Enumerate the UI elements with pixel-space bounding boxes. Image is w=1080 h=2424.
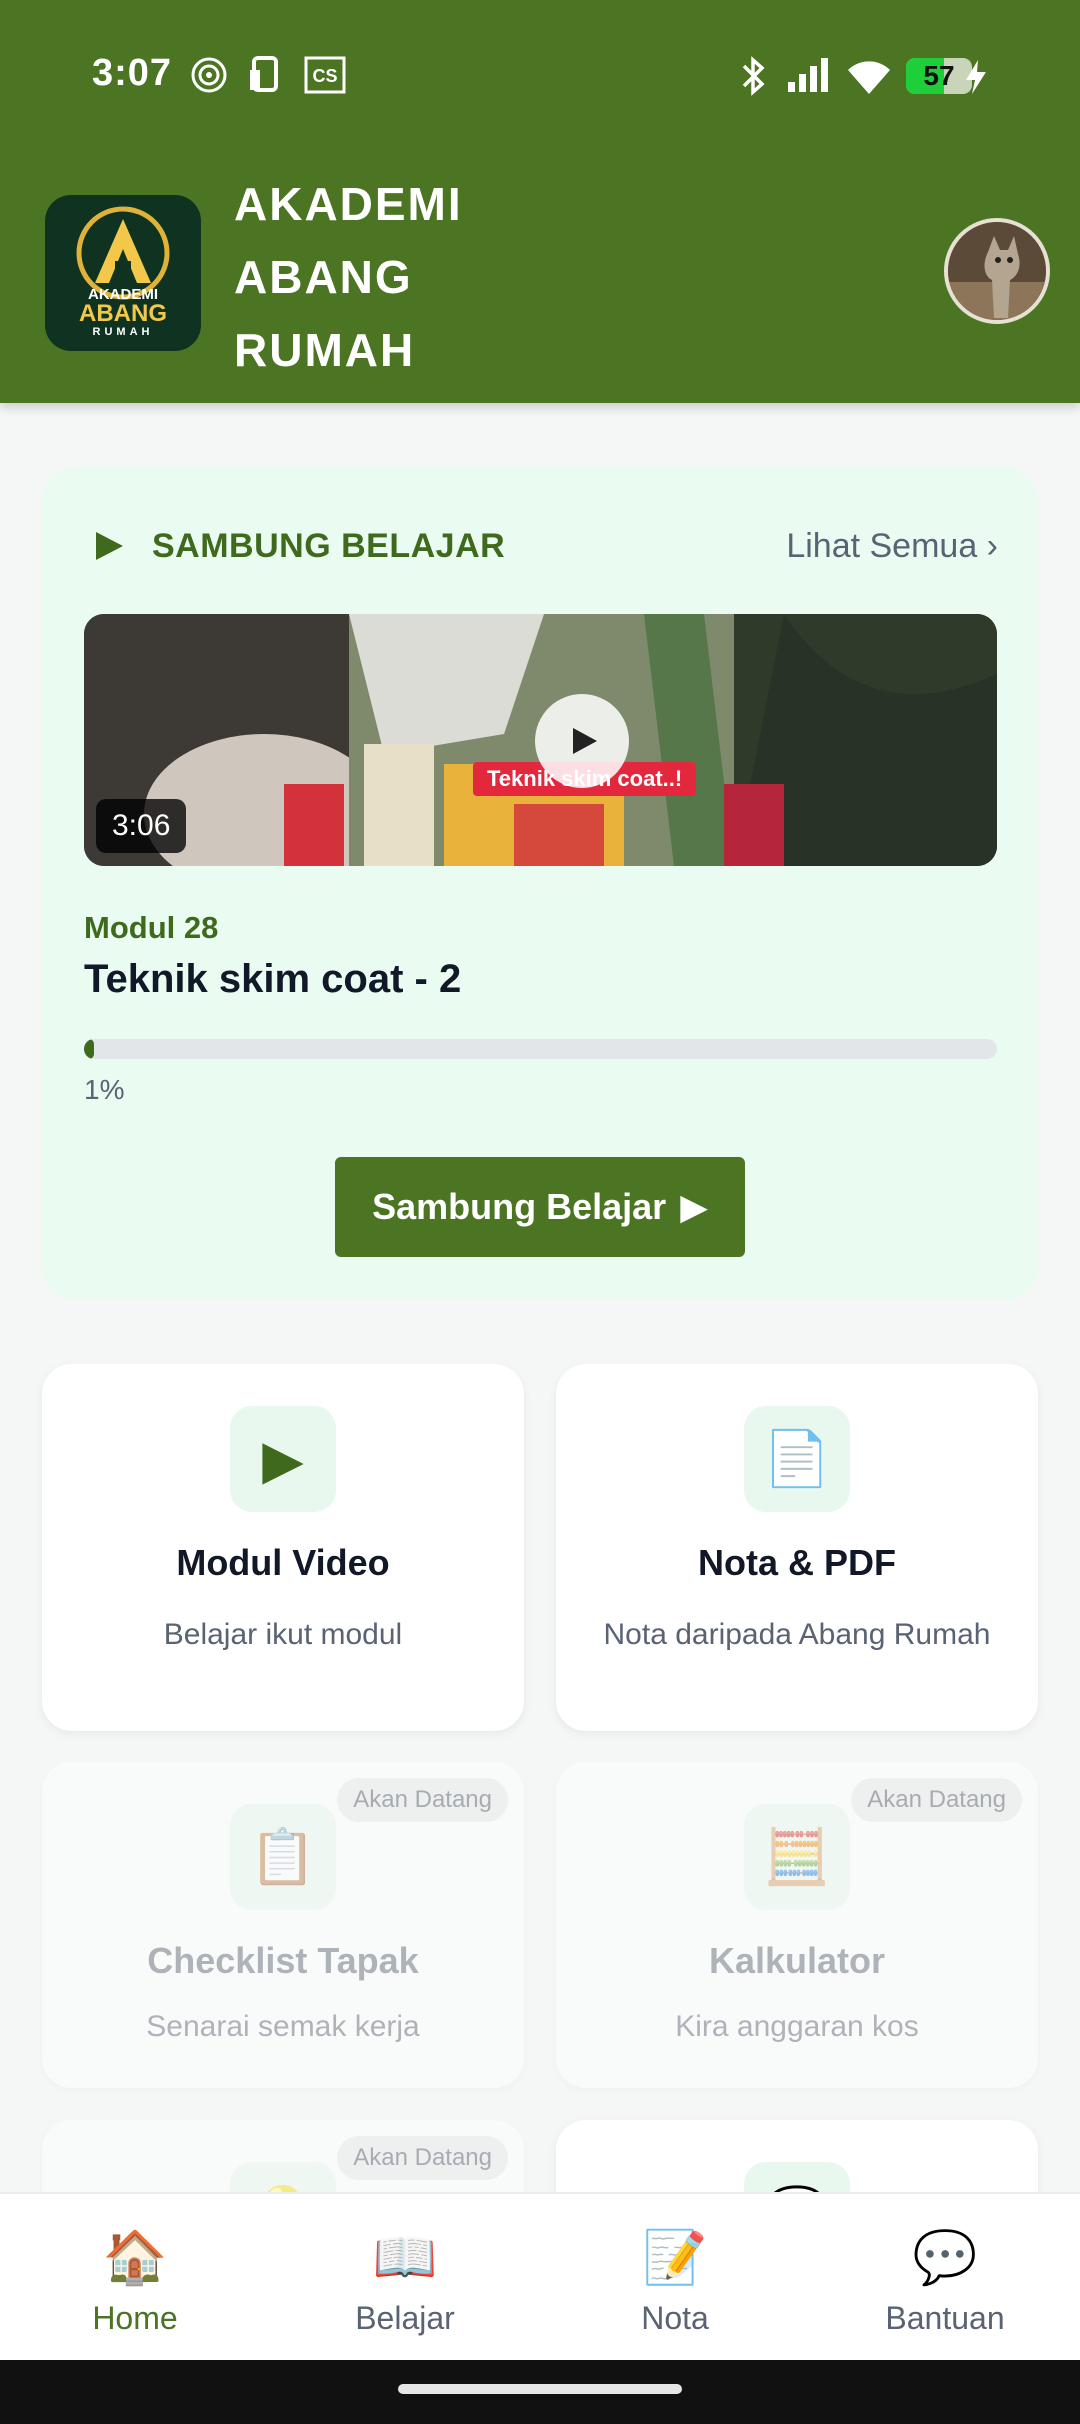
home-icon: 🏠 xyxy=(102,2229,168,2287)
app-title: AKADEMI ABANG RUMAH xyxy=(234,168,554,387)
user-avatar[interactable] xyxy=(944,218,1050,324)
play-button[interactable] xyxy=(535,694,629,788)
coming-soon-badge: Akan Datang xyxy=(337,1778,508,1822)
video-duration: 3:06 xyxy=(96,799,187,853)
charging-icon xyxy=(966,60,986,94)
nav-label: Home xyxy=(92,2300,178,2336)
feature-subtitle: Belajar ikut modul xyxy=(163,1618,403,1651)
nav-label: Nota xyxy=(641,2300,709,2336)
feature-title: Checklist Tapak xyxy=(147,1940,419,1981)
status-time: 3:07 xyxy=(92,52,173,94)
progress-text: 1% xyxy=(84,1074,125,1105)
section-title: SAMBUNG BELAJAR xyxy=(152,527,506,565)
cs-icon: CS xyxy=(304,56,346,94)
signal-icon xyxy=(788,58,828,92)
home-gesture-handle[interactable] xyxy=(398,2384,682,2394)
logo-text-rumah: RUMAH xyxy=(93,326,154,338)
app-title-line: AKADEMI xyxy=(234,178,463,230)
nav-label: Bantuan xyxy=(885,2300,1005,2336)
see-all-link[interactable]: Lihat Semua › xyxy=(786,527,998,566)
feature-card-modul-video[interactable]: ▶ Modul Video Belajar ikut modul xyxy=(42,1364,524,1731)
app-title-line: RUMAH xyxy=(234,324,416,376)
continue-learning-button[interactable]: Sambung Belajar ▶ xyxy=(335,1157,745,1257)
app-logo: AKADEMI ABANG RUMAH xyxy=(45,195,201,351)
play-icon xyxy=(96,532,123,560)
app-header: 3:07 CS 57 AKADEMI ABANG RUMAH AKADEMI A… xyxy=(0,0,1080,403)
phone-icon xyxy=(250,56,278,92)
progress-fill xyxy=(84,1039,94,1059)
clipboard-icon: 📋 xyxy=(230,1804,336,1910)
system-gesture-bar xyxy=(0,2360,1080,2424)
nav-item-nota[interactable]: 📝 Nota xyxy=(540,2194,810,2360)
feature-subtitle: Nota daripada Abang Rumah xyxy=(603,1618,991,1651)
feature-title: Nota & PDF xyxy=(698,1542,896,1583)
module-title: Teknik skim coat - 2 xyxy=(84,957,462,1001)
feature-card-nota-pdf[interactable]: 📄 Nota & PDF Nota daripada Abang Rumah xyxy=(556,1364,1038,1731)
memo-icon: 📝 xyxy=(642,2229,708,2287)
logo-text-abang: ABANG xyxy=(79,300,167,327)
feature-title: Modul Video xyxy=(176,1542,390,1583)
status-bar: 3:07 CS 57 xyxy=(0,0,1080,150)
nav-item-home[interactable]: 🏠 Home xyxy=(0,2194,270,2360)
battery-level: 57 xyxy=(923,60,955,91)
battery-indicator: 57 xyxy=(906,58,972,94)
progress-bar xyxy=(84,1039,997,1059)
video-thumbnail[interactable]: Teknik skim coat..! 3:06 xyxy=(84,614,997,866)
feature-card-kalkulator: Akan Datang 🧮 Kalkulator Kira anggaran k… xyxy=(556,1762,1038,2088)
nav-item-bantuan[interactable]: 💬 Bantuan xyxy=(810,2194,1080,2360)
hotspot-icon xyxy=(191,57,227,93)
coming-soon-badge: Akan Datang xyxy=(337,2136,508,2180)
feature-card-checklist-tapak: Akan Datang 📋 Checklist Tapak Senarai se… xyxy=(42,1762,524,2088)
document-icon: 📄 xyxy=(744,1406,850,1512)
module-number: Modul 28 xyxy=(84,910,219,945)
app-title-line: ABANG xyxy=(234,251,413,303)
feature-title: Kalkulator xyxy=(708,1940,886,1981)
book-icon: 📖 xyxy=(372,2229,438,2287)
nav-label: Belajar xyxy=(355,2300,455,2336)
continue-button-label: Sambung Belajar xyxy=(372,1186,667,1227)
bluetooth-icon xyxy=(742,56,765,96)
abacus-icon: 🧮 xyxy=(744,1804,850,1910)
feature-subtitle: Senarai semak kerja xyxy=(146,2010,420,2043)
play-icon: ▶ xyxy=(230,1406,336,1512)
arrow-icon: ▶ xyxy=(680,1186,708,1227)
svg-text:CS: CS xyxy=(312,66,337,86)
coming-soon-badge: Akan Datang xyxy=(851,1778,1022,1822)
continue-learning-card: SAMBUNG BELAJAR Lihat Semua › Teknik ski… xyxy=(42,467,1038,1300)
play-icon xyxy=(573,728,597,754)
feature-subtitle: Kira anggaran kos xyxy=(675,2010,919,2043)
wifi-icon xyxy=(848,61,890,94)
speech-bubble-icon: 💬 xyxy=(912,2229,978,2287)
nav-item-belajar[interactable]: 📖 Belajar xyxy=(270,2194,540,2360)
bottom-navigation: 🏠 Home 📖 Belajar 📝 Nota 💬 Bantuan xyxy=(0,2192,1080,2360)
